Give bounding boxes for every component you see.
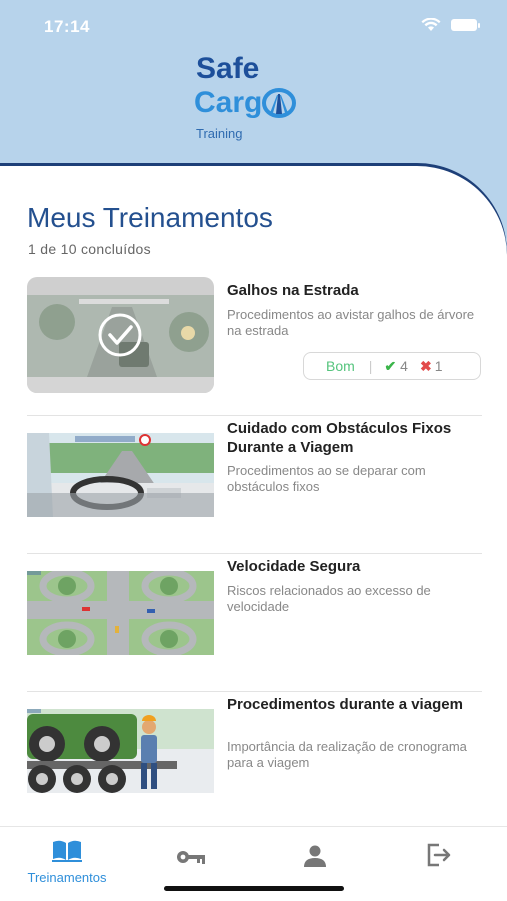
battery-icon <box>451 19 480 31</box>
training-card-velocidade[interactable]: Velocidade Segura Riscos relacionados ao… <box>27 553 482 692</box>
content-sheet: Meus Treinamentos 1 de 10 concluídos Gal… <box>0 166 507 830</box>
training-thumbnail <box>27 571 214 655</box>
wrong-x-icon: ✖ <box>419 357 432 374</box>
training-thumbnail <box>27 433 214 517</box>
progress-subtitle: 1 de 10 concluídos <box>28 241 151 257</box>
training-description: Importância da realização de cronograma … <box>227 739 467 770</box>
training-title: Velocidade Segura <box>227 558 361 575</box>
wrong-count: 1 <box>434 358 443 374</box>
training-title: Procedimentos durante a viagem <box>227 696 463 713</box>
home-indicator <box>164 886 344 891</box>
training-thumbnail <box>27 277 214 393</box>
page-title: Meus Treinamentos <box>27 202 273 233</box>
tab-key[interactable] <box>141 849 241 870</box>
result-separator: | <box>368 358 373 374</box>
tab-logout[interactable] <box>389 843 489 872</box>
training-description: Riscos relacionados ao excesso de veloci… <box>227 583 431 614</box>
tab-profile[interactable] <box>265 845 365 872</box>
training-thumbnail <box>27 709 214 793</box>
logo-safe-text: Safe <box>196 52 260 85</box>
status-time: 17:14 <box>44 17 90 36</box>
logo-cargo-text: Carg <box>194 86 297 120</box>
tab-label: Treinamentos <box>27 870 107 885</box>
book-icon <box>52 840 82 862</box>
wifi-icon <box>421 18 441 31</box>
logo-training-text: Training <box>196 126 243 141</box>
logo-cargo-label: Carg <box>194 86 263 119</box>
training-card-obstaculos[interactable]: Cuidado com Obstáculos Fixos Durante a V… <box>27 415 482 554</box>
person-icon <box>304 845 326 867</box>
correct-check-icon: ✔ <box>384 357 397 374</box>
result-grade: Bom <box>326 358 355 374</box>
training-description: Procedimentos ao se deparar com obstácul… <box>227 463 426 494</box>
correct-count: 4 <box>400 358 408 374</box>
training-title: Cuidado com Obstáculos Fixos Durante a V… <box>227 420 452 456</box>
logout-icon <box>427 843 451 867</box>
road-o-icon <box>262 88 297 118</box>
status-icons <box>421 18 480 32</box>
training-card-galhos[interactable]: Galhos na Estrada Procedimentos ao avist… <box>27 277 482 416</box>
key-icon <box>177 851 205 864</box>
training-result-badge: Bom | ✔ 4 ✖ 1 <box>303 352 481 380</box>
training-description: Procedimentos ao avistar galhos de árvor… <box>227 307 475 338</box>
training-card-procedimentos[interactable]: Procedimentos durante a viagem Importânc… <box>27 691 482 830</box>
tab-treinamentos[interactable]: Treinamentos <box>17 839 117 885</box>
safecargo-logo: Safe Carg Training <box>194 50 334 145</box>
training-title: Galhos na Estrada <box>227 282 359 299</box>
status-bar: 17:14 <box>0 0 507 50</box>
